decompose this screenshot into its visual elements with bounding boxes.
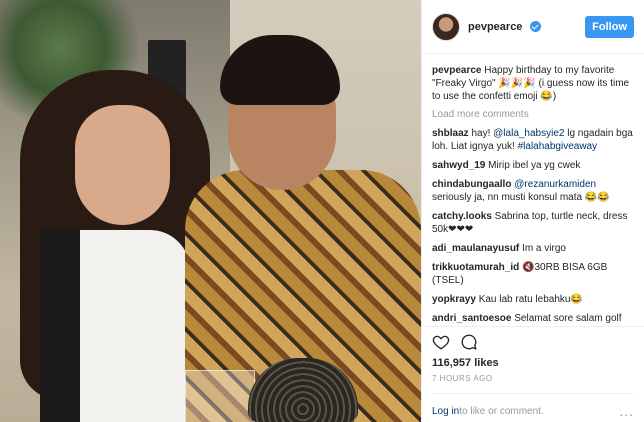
comment-username[interactable]: adi_maulanayusuf	[432, 243, 519, 254]
verified-badge-icon	[529, 21, 541, 33]
comment-row: catchy.looks Sabrina top, turtle neck, d…	[432, 210, 634, 236]
follow-button[interactable]: Follow	[585, 15, 634, 38]
comment-username[interactable]: catchy.looks	[432, 211, 492, 222]
comment-mention-link[interactable]: #lalahabgiveaway	[518, 141, 598, 152]
comment-username[interactable]: chindabungaallo	[432, 179, 511, 190]
load-more-comments-link[interactable]: Load more comments	[432, 109, 634, 120]
comment-username[interactable]: andri_santoesoe	[432, 313, 511, 324]
drinking-glass	[185, 370, 255, 422]
username-text[interactable]: pevpearce	[468, 21, 522, 33]
comment-text: seriously ja, nn musti konsul mata 😂😂	[432, 192, 610, 203]
comment-username[interactable]: shblaaz	[432, 128, 469, 139]
login-bar: Log in to like or comment. ...	[432, 393, 634, 419]
post-timestamp: 7 HOURS AGO	[432, 374, 493, 383]
comment-text: Kau lab ratu lebahku😂	[478, 294, 583, 305]
username[interactable]: pevpearce	[468, 21, 541, 33]
comment-container: shblaaz hay! @lala_habsyie2 lg ngadain b…	[432, 127, 634, 326]
comment-username[interactable]: yopkrayy	[432, 294, 476, 305]
comment-username[interactable]: trikkuotamurah_id	[432, 262, 519, 273]
woman-face	[75, 105, 170, 225]
post-actions: 116,957 likes 7 HOURS AGO Log in to like…	[422, 326, 644, 422]
likes-count[interactable]: 116,957 likes	[432, 357, 634, 369]
caption: pevpearce Happy birthday to my favorite …	[432, 64, 634, 103]
comment-row: shblaaz hay! @lala_habsyie2 lg ngadain b…	[432, 127, 634, 153]
post-header: pevpearce Follow	[422, 0, 644, 54]
login-link[interactable]: Log in	[432, 406, 459, 417]
instagram-post: pevpearce Follow pevpearce Happy birthda…	[0, 0, 644, 422]
login-prompt-text: to like or comment.	[459, 405, 544, 417]
comment-row: yopkrayy Kau lab ratu lebahku😂	[432, 293, 634, 306]
comment-username[interactable]: sahwyd_19	[432, 160, 485, 171]
avatar[interactable]	[432, 12, 460, 41]
comment-row: trikkuotamurah_id 🔇30RB BISA 6GB (TSEL)	[432, 261, 634, 287]
comment-mention-link[interactable]: @lala_habsyie2	[493, 128, 564, 139]
caption-username[interactable]: pevpearce	[432, 65, 481, 76]
comment-text: Mirip ibel ya yg cwek	[488, 160, 581, 171]
comment-icon[interactable]	[460, 333, 478, 351]
heart-icon[interactable]	[432, 333, 450, 351]
comment-text: hay!	[471, 128, 494, 139]
woman-strap	[40, 230, 80, 422]
comment-row: adi_maulanayusuf Im a virgo	[432, 242, 634, 255]
post-side-panel: pevpearce Follow pevpearce Happy birthda…	[421, 0, 644, 422]
comment-text: Im a virgo	[522, 243, 566, 254]
comment-row: andri_santoesoe Selamat sore salam golf …	[432, 312, 634, 326]
comments-list: pevpearce Happy birthday to my favorite …	[422, 54, 644, 326]
comment-row: sahwyd_19 Mirip ibel ya yg cwek	[432, 159, 634, 172]
post-photo[interactable]	[0, 0, 421, 422]
action-icons	[432, 333, 634, 351]
comment-mention-link[interactable]: @rezanurkamiden	[514, 179, 596, 190]
comment-row: chindabungaallo @rezanurkamiden seriousl…	[432, 178, 634, 204]
more-options-icon[interactable]: ...	[619, 403, 634, 419]
